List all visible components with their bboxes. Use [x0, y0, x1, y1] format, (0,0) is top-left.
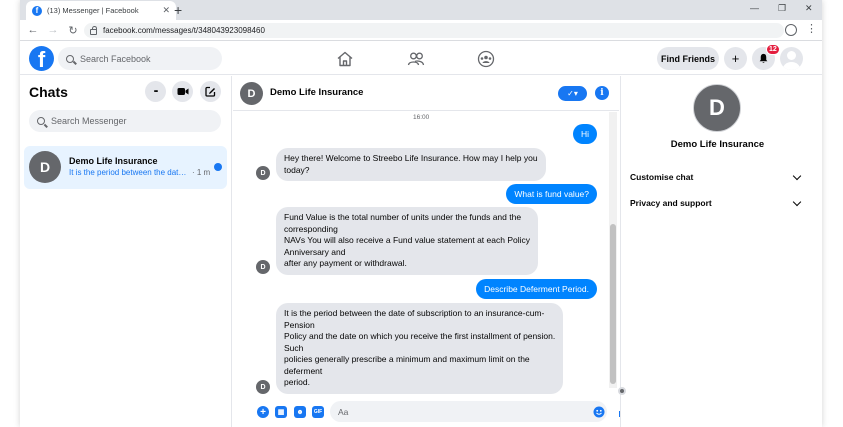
- message-composer: + ▦ ☻ GIF Aa: [233, 398, 619, 427]
- message-line: corresponding: [284, 223, 338, 234]
- tab-close-icon[interactable]: ✕: [162, 5, 170, 16]
- info-avatar[interactable]: D: [693, 84, 741, 132]
- facebook-header: f Search Facebook Find Friends +: [20, 42, 822, 75]
- sticker-icon[interactable]: ☻: [294, 406, 306, 418]
- chevron-down-icon: [792, 171, 802, 180]
- message-line: today?: [284, 164, 310, 175]
- seen-indicator: [618, 387, 626, 395]
- chat-preview-time: · 1 m: [192, 168, 211, 177]
- privacy-support-label: Privacy and support: [630, 198, 712, 208]
- address-bar[interactable]: facebook.com/messages/t/348043923098460 …: [84, 23, 784, 38]
- minimize-icon[interactable]: —: [750, 3, 759, 13]
- groups-icon[interactable]: [477, 50, 495, 68]
- facebook-search-placeholder: Search Facebook: [80, 53, 151, 64]
- forward-arrow-icon[interactable]: →: [46, 24, 60, 36]
- add-more-icon[interactable]: +: [257, 406, 269, 418]
- message-line: period.: [284, 377, 310, 387]
- new-message-button[interactable]: [200, 81, 221, 102]
- account-avatar[interactable]: [780, 47, 803, 70]
- browser-menu-icon[interactable]: ⋮: [806, 22, 817, 35]
- conversation-pane: D Demo Life Insurance ✓▾ i 16:00 Hi Hey …: [233, 76, 619, 427]
- message-line: Fund Value is the total number of units …: [284, 212, 522, 222]
- chat-preview-text: It is the period between the date of sub…: [69, 168, 189, 177]
- window-close-icon[interactable]: ✕: [805, 3, 813, 14]
- back-arrow-icon[interactable]: ←: [26, 24, 40, 36]
- chat-avatar: D: [29, 151, 61, 183]
- chat-preview: It is the period between the date of sub…: [69, 168, 217, 177]
- unread-dot: [214, 163, 222, 171]
- customise-chat-row[interactable]: Customise chat: [630, 167, 804, 187]
- more-icon: •••: [153, 88, 158, 95]
- message-line: Pension: [284, 319, 315, 330]
- conversation-name[interactable]: Demo Life Insurance: [270, 87, 363, 98]
- chats-sidebar: Chats ••• Search Messenger D Demo Life I…: [20, 76, 232, 427]
- message-line: Such: [284, 342, 304, 353]
- bell-icon: [759, 53, 768, 63]
- facebook-favicon-icon: f: [32, 5, 42, 16]
- message-outgoing: Describe Deferment Period.: [476, 279, 597, 299]
- message-incoming: Hey there! Welcome to Streebo Life Insur…: [276, 148, 546, 181]
- sender-avatar: D: [256, 260, 270, 274]
- browser-window: f (13) Messenger | Facebook ✕ + — ❐ ✕ ← …: [20, 0, 822, 427]
- video-room-button[interactable]: [172, 81, 193, 102]
- mark-read-button[interactable]: ✓▾: [558, 86, 587, 101]
- message-timestamp: 16:00: [413, 114, 430, 121]
- browser-toolbar: ← → ↻ facebook.com/messages/t/3480439230…: [20, 20, 822, 41]
- browser-tab[interactable]: f (13) Messenger | Facebook ✕: [26, 1, 176, 20]
- message-incoming: Fund Value is the total number of units …: [276, 207, 539, 275]
- url-text: facebook.com/messages/t/348043923098460: [103, 26, 265, 35]
- facebook-search-input[interactable]: Search Facebook: [58, 47, 222, 70]
- browser-profile-icon[interactable]: [785, 24, 797, 36]
- notification-count-badge: 12: [766, 44, 780, 55]
- photo-icon[interactable]: ▦: [275, 406, 287, 418]
- chevron-down-icon: [792, 197, 802, 206]
- message-line: Anniversary and: [284, 246, 346, 257]
- emoji-icon[interactable]: [593, 406, 605, 418]
- tab-strip: f (13) Messenger | Facebook ✕ + — ❐ ✕: [20, 0, 822, 20]
- messenger-search-input[interactable]: Search Messenger: [29, 110, 221, 132]
- chat-name: Demo Life Insurance: [69, 156, 158, 166]
- customise-chat-label: Customise chat: [630, 172, 694, 182]
- facebook-logo[interactable]: f: [29, 46, 54, 71]
- new-tab-button[interactable]: +: [174, 2, 182, 18]
- tab-title: (13) Messenger | Facebook: [47, 6, 139, 15]
- friends-icon[interactable]: [407, 50, 425, 68]
- messenger-search-placeholder: Search Messenger: [51, 116, 127, 126]
- info-name: Demo Life Insurance: [670, 139, 765, 150]
- maximize-icon[interactable]: ❐: [778, 3, 786, 14]
- gif-icon[interactable]: GIF: [312, 406, 324, 418]
- chat-list-item[interactable]: D Demo Life Insurance It is the period b…: [24, 146, 227, 189]
- video-camera-icon: [177, 88, 188, 95]
- message-outgoing: What is fund value?: [506, 184, 597, 204]
- message-line: Hey there! Welcome to Streebo Life Insur…: [284, 153, 538, 163]
- search-icon: [66, 54, 74, 63]
- message-line: It is the period between the date of sub…: [284, 308, 545, 318]
- search-icon: [37, 117, 45, 125]
- chats-title: Chats: [29, 84, 68, 100]
- conversation-info-panel: D Demo Life Insurance Customise chat Pri…: [620, 76, 822, 427]
- message-line: NAVs You will also receive a Fund value …: [284, 235, 531, 245]
- message-incoming: It is the period between the date of sub…: [276, 303, 564, 394]
- info-icon[interactable]: i: [595, 86, 609, 100]
- message-input[interactable]: Aa: [330, 401, 607, 422]
- conversation-header: D Demo Life Insurance ✓▾ i: [233, 76, 619, 111]
- reload-icon[interactable]: ↻: [66, 24, 80, 37]
- compose-icon: [205, 86, 216, 97]
- home-icon[interactable]: [336, 50, 354, 68]
- chats-options-button[interactable]: •••: [145, 81, 166, 102]
- sender-avatar: D: [256, 380, 270, 394]
- message-outgoing: Hi: [572, 124, 597, 144]
- message-line: deferment: [284, 365, 323, 376]
- message-line: policies generally prescribe a minimum a…: [284, 354, 530, 364]
- privacy-support-row[interactable]: Privacy and support: [630, 193, 804, 213]
- create-button[interactable]: +: [724, 47, 747, 70]
- sender-avatar: D: [256, 166, 270, 180]
- message-line: Policy and the date on which you receive…: [284, 331, 556, 341]
- lock-icon: [90, 25, 97, 35]
- message-scrollbar-thumb[interactable]: [610, 224, 616, 384]
- find-friends-button[interactable]: Find Friends: [657, 47, 719, 70]
- message-line: after any payment or withdrawal.: [284, 258, 407, 268]
- conversation-avatar[interactable]: D: [240, 82, 263, 105]
